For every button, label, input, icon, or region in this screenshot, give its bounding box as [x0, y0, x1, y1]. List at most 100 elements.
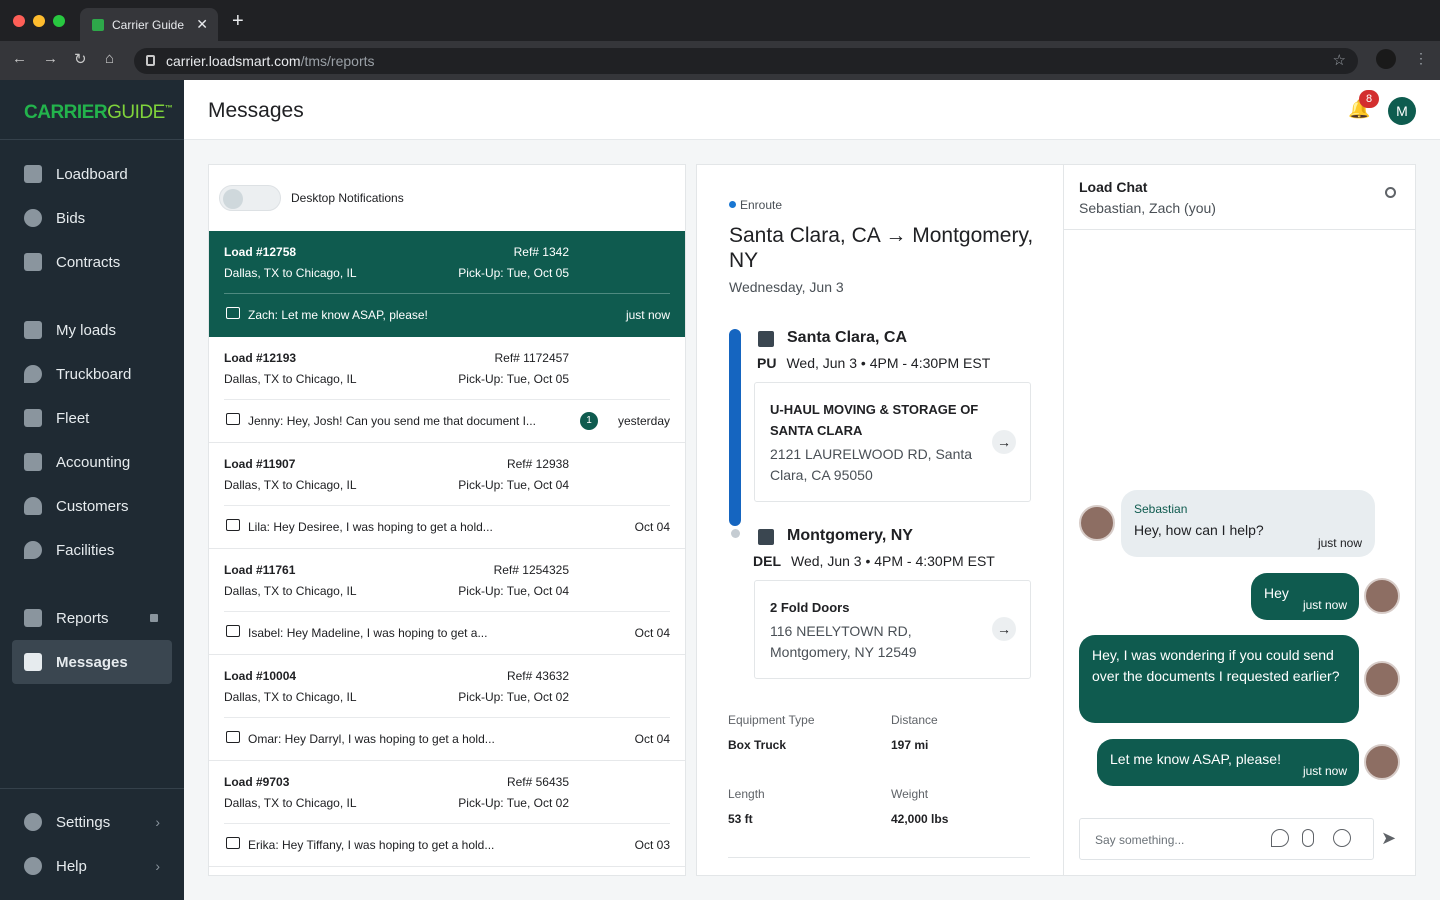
chevron-right-icon: ›: [155, 858, 160, 874]
fleet-icon: [24, 409, 42, 427]
pickup-type: PU: [757, 355, 777, 371]
close-tab-icon[interactable]: ✕: [196, 16, 208, 33]
page-header: Messages 🔔 8 M: [184, 80, 1440, 140]
maximize-window-icon[interactable]: [53, 15, 65, 27]
pickup-date: Pick-Up: Tue, Oct 05: [458, 372, 569, 386]
equipment-type-label: Equipment Type: [728, 713, 815, 727]
delivery-facility-card[interactable]: 2 Fold Doors 116 NEELYTOWN RD, Montgomer…: [754, 580, 1031, 679]
reports-icon: [24, 609, 42, 627]
carrier-guide-logo[interactable]: CARRIERGUIDE™: [24, 102, 173, 124]
length-value: 53 ft: [728, 812, 753, 826]
reload-icon[interactable]: ↻: [74, 50, 87, 68]
sidebar-item-my-loads[interactable]: My loads: [12, 308, 172, 352]
divider: [224, 823, 670, 824]
send-icon[interactable]: ➤: [1381, 828, 1396, 849]
conversation-item[interactable]: Load #12758 Ref# 1342 Dallas, TX to Chic…: [209, 231, 685, 337]
favicon-icon: [92, 18, 104, 31]
message-icon: [226, 625, 240, 637]
chat-message-outgoing: Hey just now: [1251, 573, 1359, 620]
conversation-item[interactable]: Load #11907 Ref# 12938 Dallas, TX to Chi…: [209, 443, 685, 549]
ref-number: Ref# 43632: [506, 669, 569, 683]
load-number: Load #10004: [224, 669, 297, 683]
weight-value: 42,000 lbs: [891, 812, 949, 826]
emoji-icon[interactable]: [1333, 829, 1351, 847]
minimize-window-icon[interactable]: [33, 15, 45, 27]
delivery-city: Montgomery, NY: [787, 527, 913, 544]
conversation-item[interactable]: Load #9703 Ref# 56435 Dallas, TX to Chic…: [209, 761, 685, 867]
route: Dallas, TX to Chicago, IL: [224, 478, 357, 492]
my-loads-icon: [24, 321, 42, 339]
sidebar-item-bids[interactable]: Bids: [12, 196, 172, 240]
location-pin-icon[interactable]: [1271, 829, 1289, 847]
ref-number: Ref# 1254325: [493, 563, 569, 577]
load-number: Load #11907: [224, 457, 296, 471]
load-chat: Load Chat Sebastian, Zach (you) Sebastia…: [1063, 165, 1416, 875]
ref-number: Ref# 1172457: [494, 351, 569, 365]
bookmark-star-icon[interactable]: ☆: [1333, 48, 1346, 74]
divider: [224, 717, 670, 718]
url-path: /tms/reports: [300, 53, 375, 69]
tab-title: Carrier Guide: [112, 17, 185, 32]
browser-menu-icon[interactable]: ⋮: [1414, 50, 1428, 67]
sidebar-divider: [0, 139, 184, 140]
pickup-schedule: PU Wed, Jun 3 • 4PM - 4:30PM EST: [757, 355, 990, 371]
user-avatar[interactable]: M: [1388, 97, 1416, 125]
sidebar-item-messages[interactable]: Messages: [12, 640, 172, 684]
logo-sub: GUIDE: [107, 102, 165, 123]
arrow-right-icon[interactable]: →: [992, 430, 1016, 454]
forward-icon[interactable]: →: [43, 50, 58, 67]
sidebar-item-reports[interactable]: Reports: [12, 596, 172, 640]
route: Dallas, TX to Chicago, IL: [224, 796, 357, 810]
conversation-item[interactable]: Load #12193 Ref# 1172457 Dallas, TX to C…: [209, 337, 685, 443]
sidebar-item-accounting[interactable]: Accounting: [12, 440, 172, 484]
sidebar-item-facilities[interactable]: Facilities: [12, 528, 172, 572]
chat-participants: Sebastian, Zach (you): [1079, 200, 1216, 216]
search-icon[interactable]: [1385, 187, 1396, 198]
route: Dallas, TX to Chicago, IL: [224, 266, 357, 280]
desktop-notifications-toggle[interactable]: [219, 185, 281, 211]
sidebar-item-contracts[interactable]: Contracts: [12, 240, 172, 284]
conversation-item[interactable]: Load #11761 Ref# 1254325 Dallas, TX to C…: [209, 549, 685, 655]
sidebar-item-customers[interactable]: Customers: [12, 484, 172, 528]
pickup-date: Pick-Up: Tue, Oct 05: [458, 266, 569, 280]
chevron-right-icon: ›: [155, 814, 160, 830]
sidebar-item-fleet[interactable]: Fleet: [12, 396, 172, 440]
message-time: Oct 04: [634, 732, 670, 746]
close-window-icon[interactable]: [13, 15, 25, 27]
new-tab-icon[interactable]: +: [232, 10, 244, 33]
distance-label: Distance: [891, 713, 938, 727]
route: Dallas, TX to Chicago, IL: [224, 372, 357, 386]
message-icon: [226, 519, 240, 531]
sidebar-item-settings[interactable]: Settings ›: [12, 800, 172, 844]
contracts-icon: [24, 253, 42, 271]
sidebar-divider: [0, 788, 184, 789]
message-text: Hey: [1264, 585, 1289, 601]
arrow-right-icon[interactable]: →: [992, 617, 1016, 641]
warehouse-icon: [758, 331, 774, 347]
sidebar-item-truckboard[interactable]: Truckboard: [12, 352, 172, 396]
conversation-item[interactable]: Load #10004 Ref# 43632 Dallas, TX to Chi…: [209, 655, 685, 761]
divider: [728, 857, 1030, 858]
sidebar-item-help[interactable]: Help ›: [12, 844, 172, 888]
chat-message-input[interactable]: Say something...: [1079, 818, 1374, 860]
last-message: Isabel: Hey Madeline, I was hoping to ge…: [248, 626, 488, 640]
home-icon[interactable]: ⌂: [105, 50, 114, 67]
delivery-type: DEL: [753, 553, 781, 569]
sidebar-item-label: My loads: [56, 321, 117, 339]
chat-message-incoming: Sebastian Hey, how can I help? just now: [1121, 490, 1375, 557]
sidebar-item-label: Messages: [56, 653, 128, 671]
back-icon[interactable]: ←: [12, 50, 27, 67]
last-message: Jenny: Hey, Josh! Can you send me that d…: [248, 414, 536, 428]
browser-tab[interactable]: Carrier Guide ✕: [80, 8, 218, 41]
browser-profile-avatar[interactable]: [1376, 49, 1396, 69]
url-field[interactable]: carrier.loadsmart.com/tms/reports ☆: [134, 48, 1358, 74]
load-panel: Enroute Santa Clara, CA → Montgomery, NY…: [696, 164, 1416, 876]
pickup-facility-card[interactable]: U-HAUL MOVING & STORAGE OF SANTA CLARA 2…: [754, 382, 1031, 502]
pickup-date: Pick-Up: Tue, Oct 02: [458, 690, 569, 704]
facility-address: 2121 LAURELWOOD RD, Santa Clara, CA 9505…: [770, 446, 973, 483]
lock-icon: [146, 55, 155, 66]
attachment-icon[interactable]: [1302, 829, 1314, 847]
sidebar-item-loadboard[interactable]: Loadboard: [12, 152, 172, 196]
ref-number: Ref# 56435: [506, 775, 569, 789]
equipment-type-value: Box Truck: [728, 738, 787, 752]
